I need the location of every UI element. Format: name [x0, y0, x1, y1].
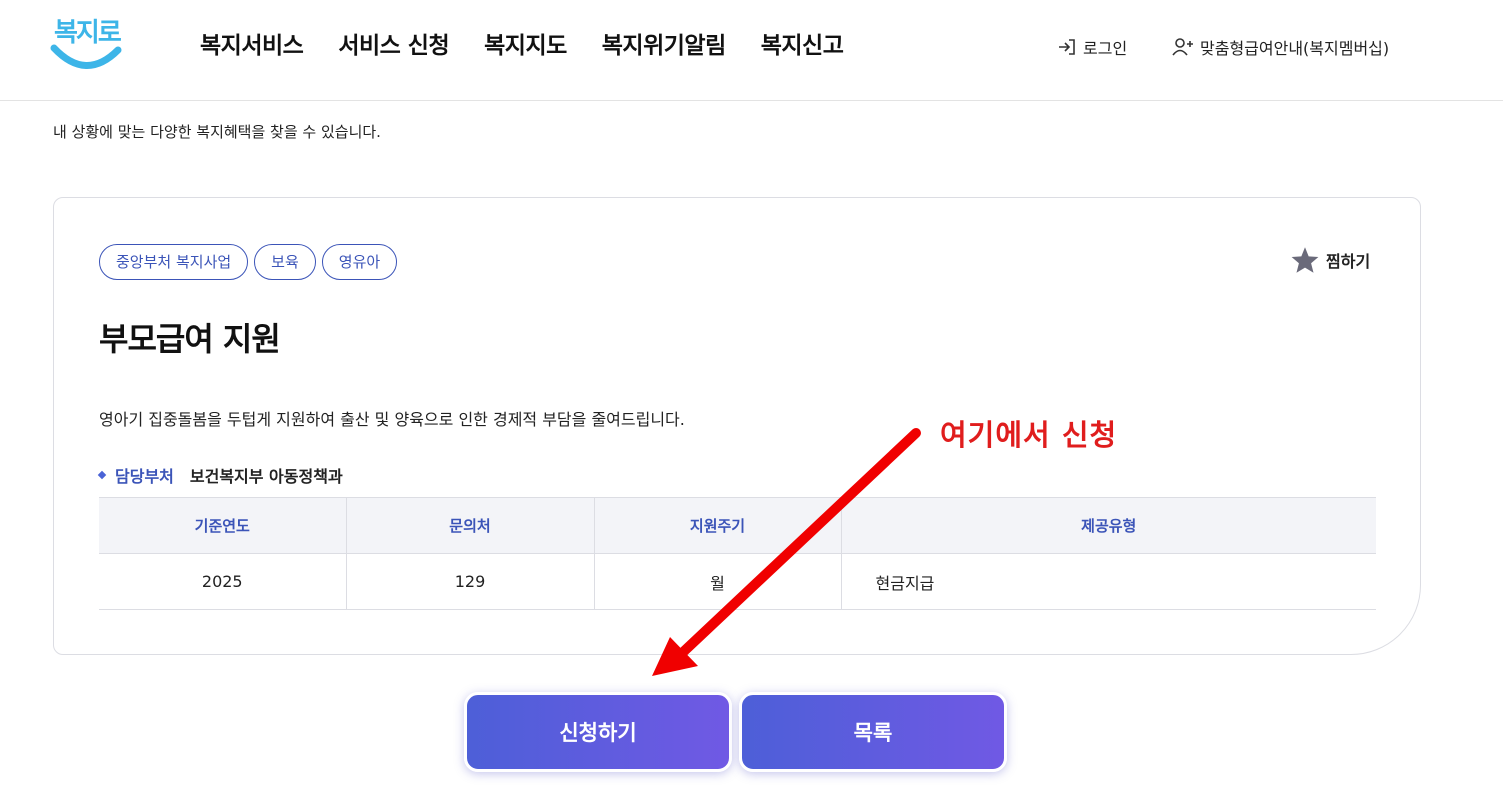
header-base-year: 기준연도: [99, 497, 346, 554]
nav-item-welfare-service[interactable]: 복지서비스: [200, 26, 304, 60]
site-header: 복지로 복지서비스 서비스 신청 복지지도 복지위기알림 복지신고 로그인 맞춤…: [0, 0, 1503, 101]
header-contact: 문의처: [345, 497, 594, 554]
header-provision-type: 제공유형: [840, 497, 1376, 554]
cell-base-year: 2025: [99, 553, 346, 610]
service-card: 중앙부처 복지사업 보육 영유아 찜하기 부모급여 지원 영아기 집중돌봄을 두…: [53, 197, 1421, 655]
nav-item-crisis-alert[interactable]: 복지위기알림: [602, 26, 726, 60]
membership-link[interactable]: 맞춤형급여안내(복지멤버십): [1172, 35, 1389, 59]
department-info: 담당부처 보건복지부 아동정책과: [97, 463, 343, 487]
annotation-label: 여기에서 신청: [940, 418, 1118, 452]
tag-infant: 영유아: [321, 244, 398, 280]
cell-contact: 129: [345, 553, 594, 610]
bullet-icon: [97, 470, 107, 480]
logo-smile-icon: [50, 44, 122, 69]
service-info-table: 기준연도 문의처 지원주기 제공유형 2025 129 월 현금지급: [99, 497, 1376, 610]
tag-category: 중앙부처 복지사업: [99, 244, 249, 280]
tag-childcare: 보육: [254, 244, 316, 280]
header-support-cycle: 지원주기: [593, 497, 841, 554]
star-icon: [1291, 247, 1319, 273]
service-title: 부모급여 지원: [99, 320, 281, 358]
nav-item-service-apply[interactable]: 서비스 신청: [338, 26, 449, 60]
department-value: 보건복지부 아동정책과: [189, 467, 343, 486]
login-label: 로그인: [1083, 39, 1128, 58]
site-logo[interactable]: 복지로: [50, 8, 122, 70]
service-description: 영아기 집중돌봄을 두텁게 지원하여 출산 및 양육으로 인한 경제적 부담을 …: [99, 410, 685, 429]
nav-item-welfare-report[interactable]: 복지신고: [761, 26, 844, 60]
table-row: 2025 129 월 현금지급: [99, 553, 1376, 610]
nav-item-welfare-map[interactable]: 복지지도: [484, 26, 567, 60]
service-tags: 중앙부처 복지사업 보육 영유아: [99, 244, 398, 280]
page-subtitle: 내 상황에 맞는 다양한 복지혜택을 찾을 수 있습니다.: [53, 123, 381, 141]
cell-support-cycle: 월: [593, 553, 841, 610]
main-nav: 복지서비스 서비스 신청 복지지도 복지위기알림 복지신고: [200, 26, 844, 60]
user-add-icon: [1172, 38, 1193, 56]
table-header-row: 기준연도 문의처 지원주기 제공유형: [99, 497, 1376, 554]
favorite-button[interactable]: 찜하기: [1290, 246, 1370, 274]
apply-button[interactable]: 신청하기: [464, 692, 732, 772]
login-link[interactable]: 로그인: [1057, 35, 1127, 59]
favorite-label: 찜하기: [1326, 252, 1371, 271]
department-label: 담당부처: [115, 467, 174, 486]
login-icon: [1059, 39, 1075, 55]
cell-provision-type: 현금지급: [840, 553, 1376, 610]
list-button[interactable]: 목록: [739, 692, 1007, 772]
membership-label: 맞춤형급여안내(복지멤버십): [1200, 39, 1390, 58]
